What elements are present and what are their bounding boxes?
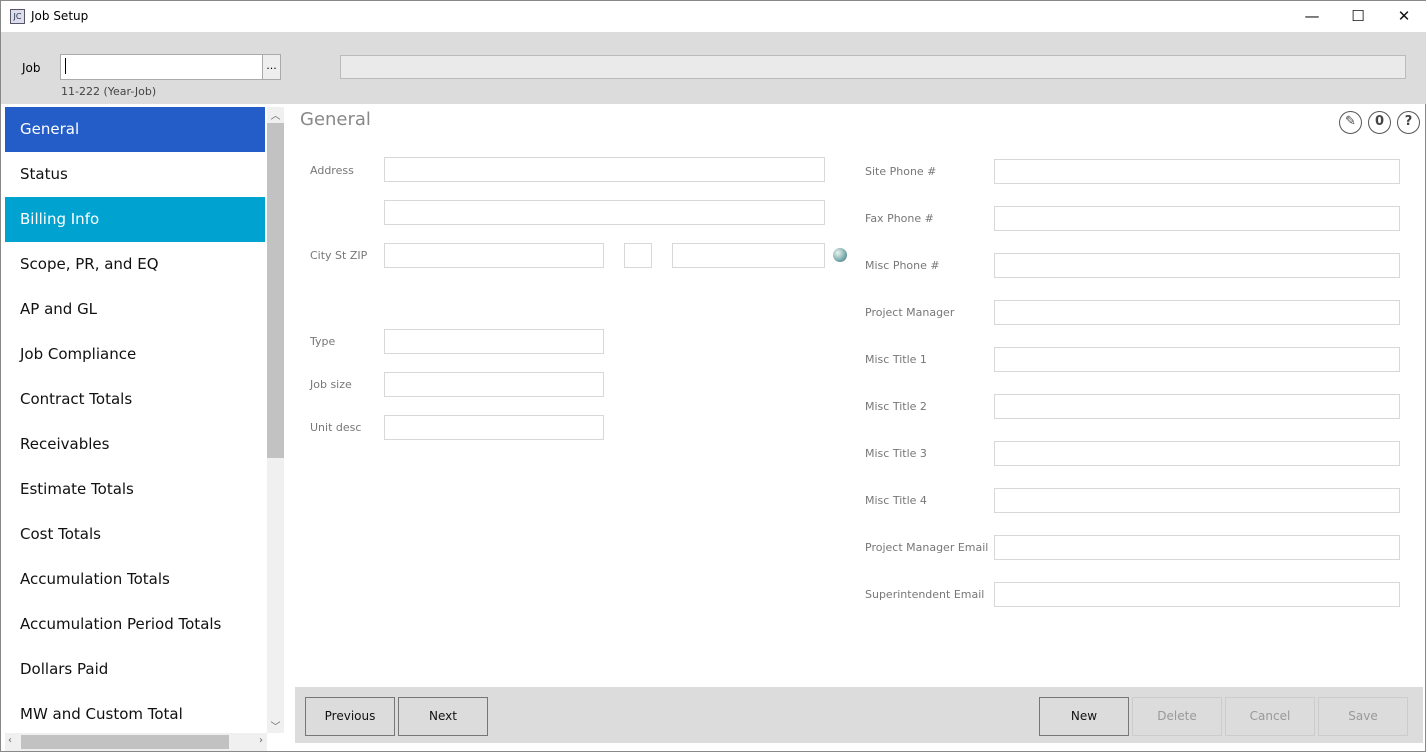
sidebar-item-mw-and-custom-total[interactable]: MW and Custom Total [5, 692, 265, 733]
sidebar-item-cost-totals[interactable]: Cost Totals [5, 512, 265, 557]
project-manager-email-input[interactable] [994, 535, 1400, 560]
sidebar-item-ap-and-gl[interactable]: AP and GL [5, 287, 265, 332]
window-title: Job Setup [31, 9, 89, 23]
misc-title-2-input[interactable] [994, 394, 1400, 419]
sidebar-item-scope-pr-and-eq[interactable]: Scope, PR, and EQ [5, 242, 265, 287]
title-bar [1, 1, 1426, 32]
scroll-up-icon[interactable]: ︿ [267, 107, 284, 122]
save-button[interactable]: Save [1318, 697, 1408, 736]
misc-title-3-input[interactable] [994, 441, 1400, 466]
app-icon: JC [10, 9, 25, 24]
city-st-zip-label: City St ZIP [310, 249, 368, 262]
sidebar-nav: General Status Billing Info Scope, PR, and … [5, 107, 265, 733]
misc-phone-input[interactable] [994, 253, 1400, 278]
city-input[interactable] [384, 243, 604, 268]
sidebar-item-receivables[interactable]: Receivables [5, 422, 265, 467]
sidebar-item-contract-totals[interactable]: Contract Totals [5, 377, 265, 422]
superintendent-email-label: Superintendent Email [865, 588, 985, 601]
sidebar-item-accumulation-period-totals[interactable]: Accumulation Period Totals [5, 602, 265, 647]
close-button[interactable]: ✕ [1381, 1, 1426, 32]
maximize-button[interactable]: ☐ [1335, 1, 1381, 32]
site-phone-input[interactable] [994, 159, 1400, 184]
misc-title-4-input[interactable] [994, 488, 1400, 513]
type-label: Type [310, 335, 336, 348]
new-button[interactable]: New [1039, 697, 1129, 736]
previous-button[interactable]: Previous [305, 697, 395, 736]
edit-icon[interactable]: ✎ [1339, 111, 1362, 134]
job-size-label: Job size [310, 378, 352, 391]
job-input[interactable] [60, 54, 263, 80]
project-manager-email-label: Project Manager Email [865, 541, 989, 554]
fax-phone-input[interactable] [994, 206, 1400, 231]
sidebar-item-general[interactable]: General [5, 107, 265, 152]
job-size-input[interactable] [384, 372, 604, 397]
scroll-right-icon[interactable]: › [259, 735, 263, 746]
state-input[interactable] [624, 243, 652, 268]
address-line1-input[interactable] [384, 157, 825, 182]
zip-input[interactable] [672, 243, 825, 268]
project-manager-input[interactable] [994, 300, 1400, 325]
address-line2-input[interactable] [384, 200, 825, 225]
section-title: General [300, 109, 371, 130]
attachment-icon[interactable]: 0 [1368, 111, 1391, 134]
sidebar-item-dollars-paid[interactable]: Dollars Paid [5, 647, 265, 692]
unit-desc-label: Unit desc [310, 421, 362, 434]
job-label: Job [22, 61, 41, 75]
sidebar-item-estimate-totals[interactable]: Estimate Totals [5, 467, 265, 512]
help-icon[interactable]: ? [1397, 111, 1420, 134]
globe-icon[interactable] [833, 248, 847, 262]
misc-title-2-label: Misc Title 2 [865, 400, 927, 413]
horizontal-scroll-thumb[interactable] [21, 735, 229, 749]
address-label: Address [310, 164, 354, 177]
job-description-field [340, 55, 1406, 79]
sidebar-item-status[interactable]: Status [5, 152, 265, 197]
vertical-scroll-thumb[interactable] [267, 123, 284, 458]
scroll-down-icon[interactable]: ﹀ [267, 718, 284, 733]
minimize-button[interactable]: — [1289, 1, 1335, 32]
delete-button[interactable]: Delete [1132, 697, 1222, 736]
misc-title-1-input[interactable] [994, 347, 1400, 372]
job-lookup-button[interactable]: ... [262, 54, 281, 80]
misc-title-3-label: Misc Title 3 [865, 447, 927, 460]
next-button[interactable]: Next [398, 697, 488, 736]
scroll-left-icon[interactable]: ‹ [8, 735, 12, 746]
misc-title-1-label: Misc Title 1 [865, 353, 927, 366]
job-format-hint: 11-222 (Year-Job) [61, 85, 157, 98]
unit-desc-input[interactable] [384, 415, 604, 440]
sidebar-item-job-compliance[interactable]: Job Compliance [5, 332, 265, 377]
misc-phone-label: Misc Phone # [865, 259, 940, 272]
type-input[interactable] [384, 329, 604, 354]
misc-title-4-label: Misc Title 4 [865, 494, 927, 507]
site-phone-label: Site Phone # [865, 165, 937, 178]
cancel-button[interactable]: Cancel [1225, 697, 1315, 736]
project-manager-label: Project Manager [865, 306, 955, 319]
sidebar-item-billing-info[interactable]: Billing Info [5, 197, 265, 242]
superintendent-email-input[interactable] [994, 582, 1400, 607]
sidebar-item-accumulation-totals[interactable]: Accumulation Totals [5, 557, 265, 602]
fax-phone-label: Fax Phone # [865, 212, 934, 225]
